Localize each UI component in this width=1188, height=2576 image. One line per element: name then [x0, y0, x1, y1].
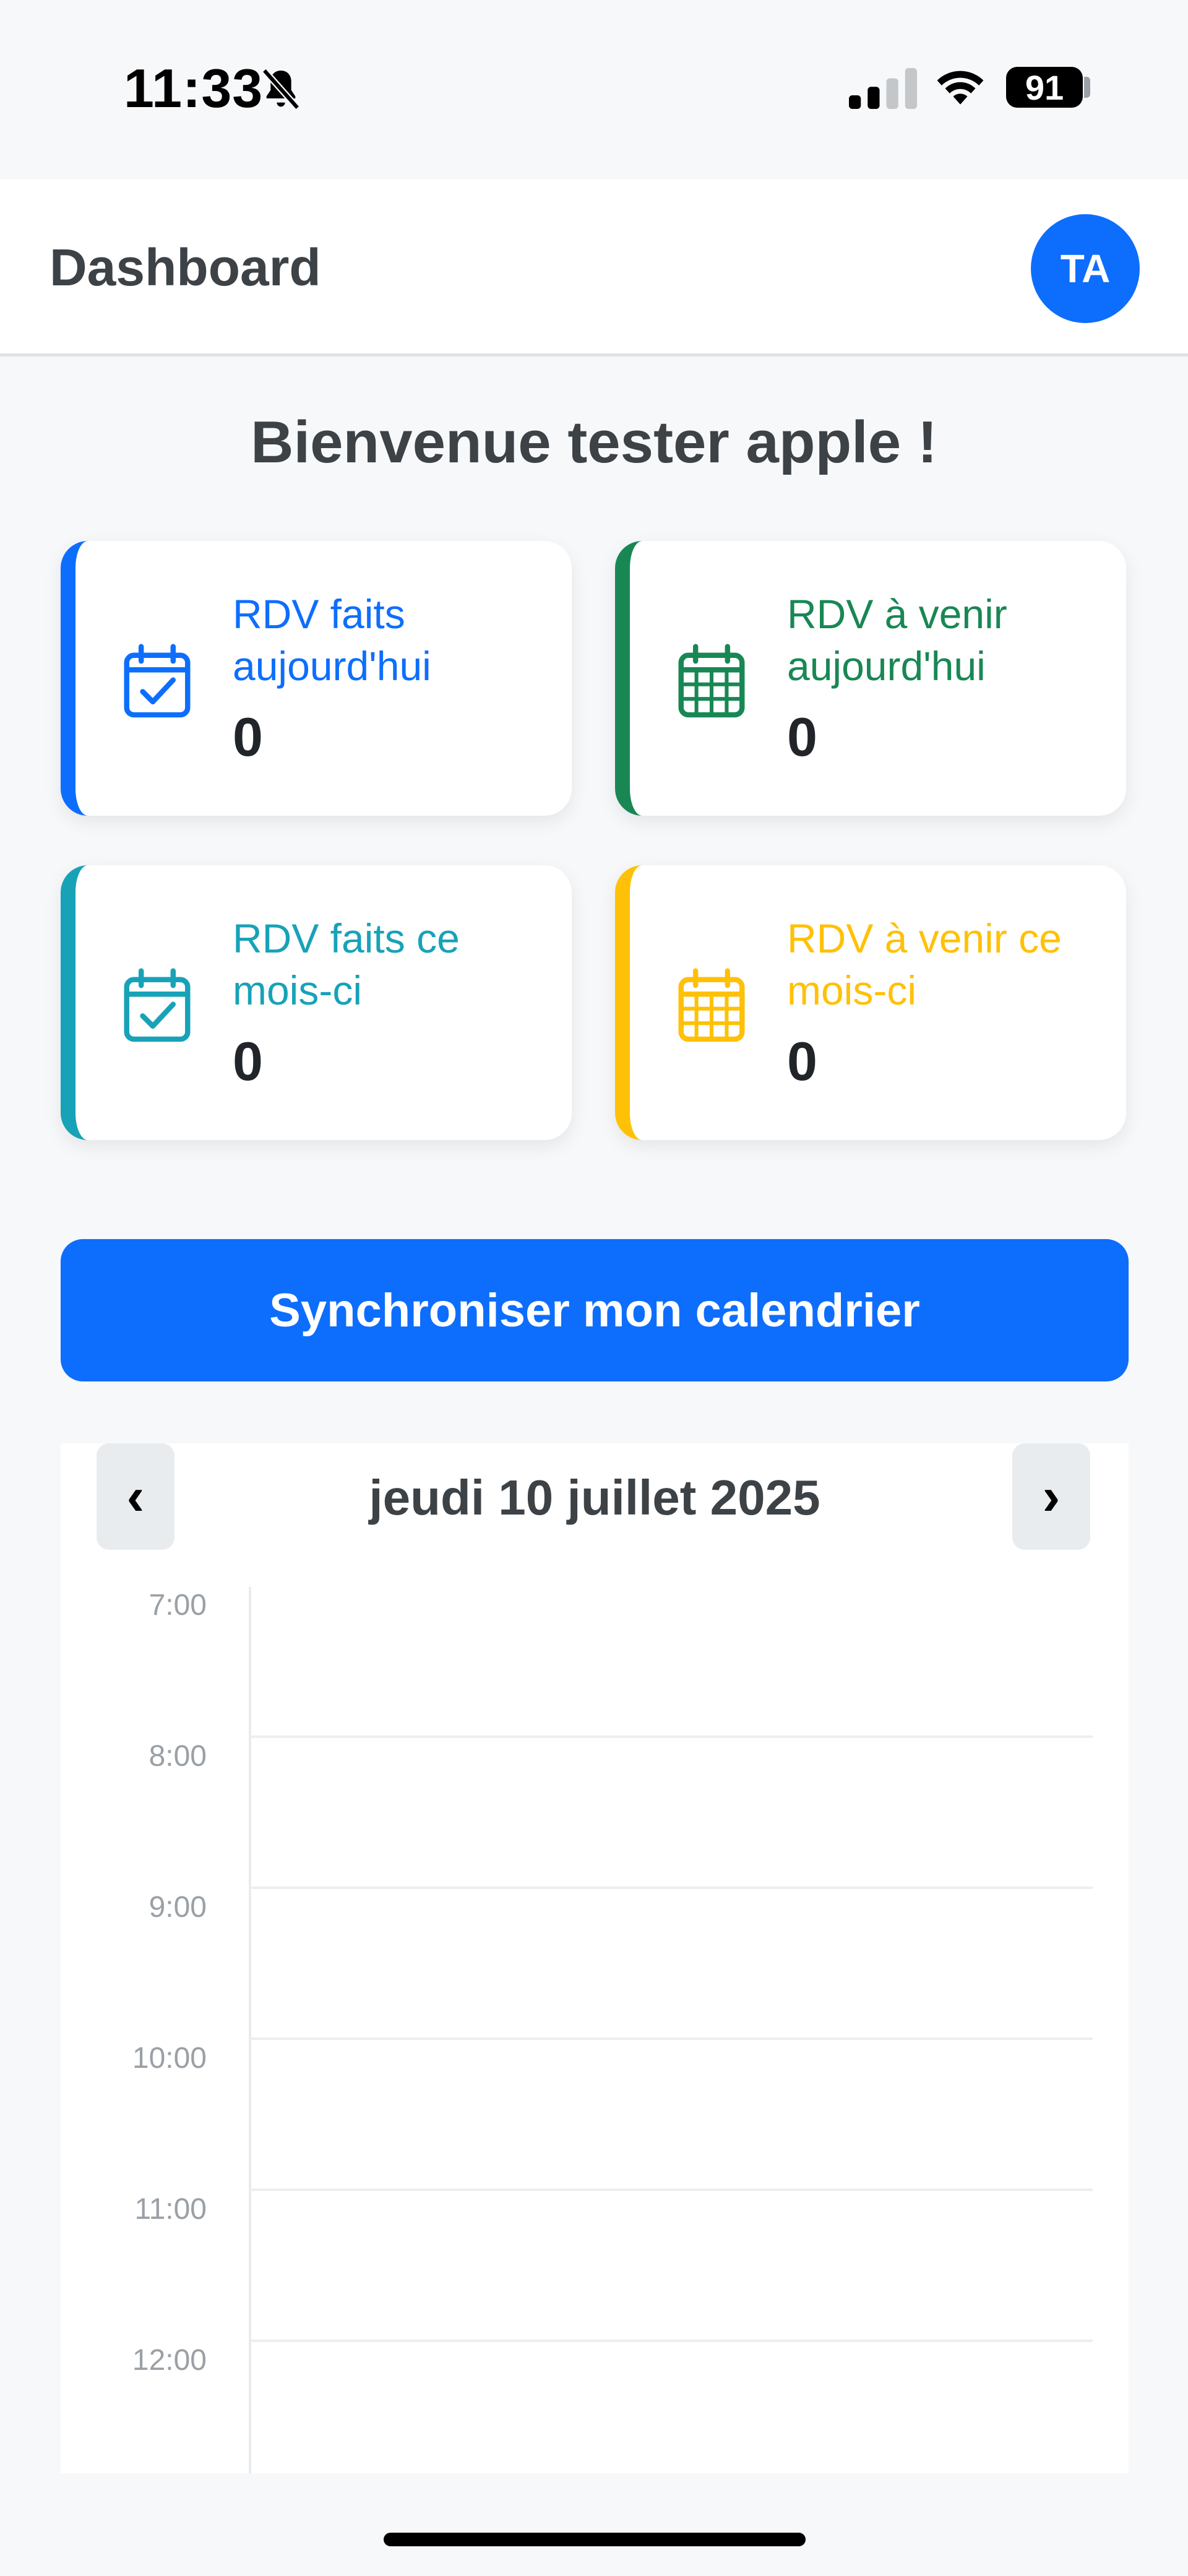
calendar-check-icon — [124, 644, 191, 718]
hour-label: 10:00 — [132, 2042, 207, 2075]
hour-gridline — [250, 2189, 1093, 2191]
battery-indicator: 91 — [1006, 67, 1083, 108]
page-title: Dashboard — [50, 238, 321, 296]
hour-label: 7:00 — [148, 1589, 207, 1622]
welcome-message: Bienvenue tester apple ! — [251, 409, 937, 475]
home-indicator[interactable] — [384, 2533, 806, 2546]
hour-label: 8:00 — [148, 1740, 207, 1773]
app-header: Dashboard TA — [0, 179, 1188, 357]
stat-card-done-today: RDV faits aujourd'hui 0 — [61, 541, 572, 816]
calendar-grid-icon — [678, 968, 745, 1042]
bell-slash-icon — [262, 68, 300, 110]
stat-card-done-month: RDV faits ce mois-ci 0 — [61, 865, 572, 1140]
stat-card-upcoming-today: RDV à venir aujourd'hui 0 — [615, 541, 1126, 816]
avatar[interactable]: TA — [1031, 214, 1140, 323]
stat-card-value: 0 — [787, 1031, 817, 1092]
calendar-date: jeudi 10 juillet 2025 — [369, 1470, 820, 1525]
battery-cap — [1084, 77, 1090, 98]
stat-card-label: RDV faits aujourd'hui — [233, 591, 431, 689]
calendar-grid-icon — [678, 644, 745, 718]
hour-gridline — [250, 2340, 1093, 2342]
status-time: 11:33 — [124, 58, 264, 119]
stat-card-value: 0 — [233, 1031, 263, 1092]
hour-label: 11:00 — [134, 2193, 207, 2226]
cellular-signal-icon — [849, 68, 917, 109]
wifi-icon — [937, 71, 984, 105]
battery-level: 91 — [1025, 67, 1064, 107]
stat-card-value: 0 — [233, 706, 263, 767]
stat-card-label: RDV faits ce mois-ci — [233, 915, 460, 1013]
stat-card-label: RDV à venir aujourd'hui — [787, 591, 1007, 689]
stat-card-upcoming-month: RDV à venir ce mois-ci 0 — [615, 865, 1126, 1140]
status-bar: 11:33 91 — [0, 0, 1188, 179]
hour-gridline — [250, 2038, 1093, 2040]
hour-label: 12:00 — [132, 2344, 207, 2377]
stat-card-label: RDV à venir ce mois-ci — [787, 915, 1062, 1013]
stat-card-value: 0 — [787, 706, 817, 767]
day-calendar: ‹ jeudi 10 juillet 2025 › 7:00 8:00 9:00… — [61, 1443, 1129, 2473]
hour-gridline — [250, 1735, 1093, 1738]
calendar-next-button[interactable]: › — [1012, 1443, 1090, 1550]
chevron-right-icon: › — [1042, 1466, 1061, 1526]
avatar-initials: TA — [1060, 246, 1111, 291]
hour-gridline — [250, 1887, 1093, 1889]
calendar-check-icon — [124, 968, 191, 1042]
hour-label: 9:00 — [148, 1891, 207, 1924]
sync-calendar-button[interactable]: Synchroniser mon calendrier — [61, 1239, 1129, 1381]
